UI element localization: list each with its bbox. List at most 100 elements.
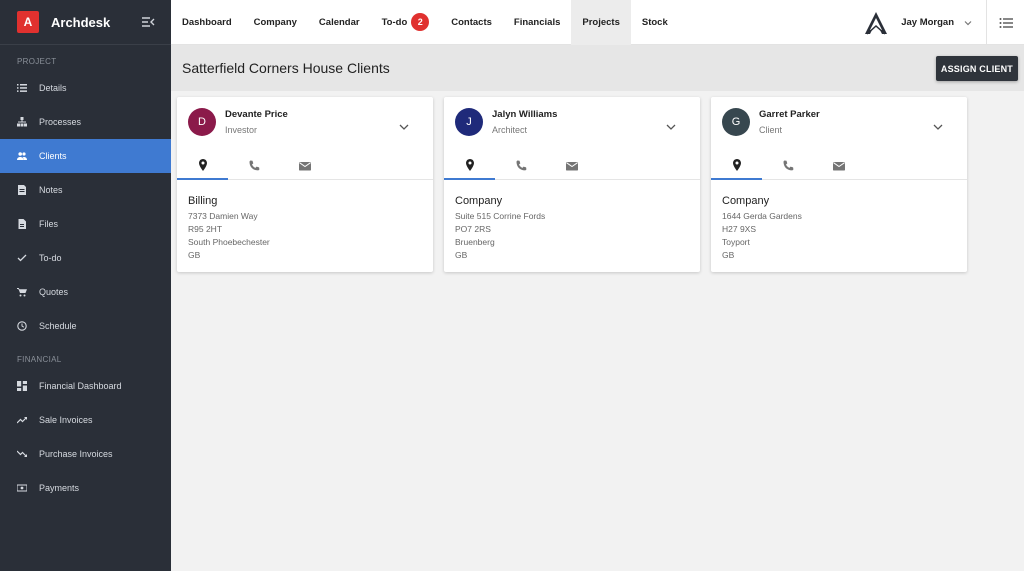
sidebar-item-notes[interactable]: Notes xyxy=(0,173,171,207)
client-role: Client xyxy=(759,125,783,135)
phone-icon xyxy=(247,159,261,173)
chevron-down-icon[interactable] xyxy=(964,19,972,27)
sidebar-item-payments[interactable]: Payments xyxy=(0,471,171,505)
phone-tab[interactable] xyxy=(762,152,813,180)
sidebar-item-files[interactable]: Files xyxy=(0,207,171,241)
clock-icon xyxy=(17,321,27,331)
address-tab[interactable] xyxy=(177,152,228,180)
check-icon xyxy=(17,253,27,263)
address-line: Toyport xyxy=(722,237,750,247)
tab-label: Stock xyxy=(641,16,668,28)
tab-dashboard[interactable]: Dashboard xyxy=(171,0,243,45)
tab-label: Projects xyxy=(582,16,620,28)
chevron-down-icon[interactable] xyxy=(666,118,676,130)
user-name[interactable]: Jay Morgan xyxy=(901,17,954,28)
phone-tab[interactable] xyxy=(495,152,546,180)
brand-logo[interactable]: A xyxy=(17,11,39,33)
address-type: Company xyxy=(722,195,770,207)
sidebar-item-purchase-invoices[interactable]: Purchase Invoices xyxy=(0,437,171,471)
email-tab[interactable] xyxy=(546,152,597,180)
tab-projects[interactable]: Projects xyxy=(571,0,631,45)
client-name: Devante Price xyxy=(225,109,288,120)
brand-name[interactable]: Archdesk xyxy=(51,15,110,30)
sidebar-item-label: Details xyxy=(39,83,67,93)
location-pin-icon xyxy=(730,158,744,172)
sidebar-item-financial-dashboard[interactable]: Financial Dashboard xyxy=(0,369,171,403)
address-type: Billing xyxy=(188,195,218,207)
avatar: G xyxy=(722,108,750,136)
sidebar-item-processes[interactable]: Processes xyxy=(0,105,171,139)
chevron-down-icon[interactable] xyxy=(933,118,943,130)
address-lines: Suite 515 Corrine Fords PO7 2RS Bruenberg G… xyxy=(455,210,545,262)
sidebar-item-label: Sale Invoices xyxy=(39,415,93,425)
hierarchy-icon xyxy=(17,117,27,127)
chevron-down-icon[interactable] xyxy=(399,118,409,130)
tab-financials[interactable]: Financials xyxy=(503,0,571,45)
sidebar-item-label: Financial Dashboard xyxy=(39,381,122,391)
page-title: Satterfield Corners House Clients xyxy=(182,60,390,76)
tab-company[interactable]: Company xyxy=(243,0,308,45)
address-line: PO7 2RS xyxy=(455,224,491,234)
tab-label: Financials xyxy=(513,16,561,28)
company-logo-icon[interactable] xyxy=(863,10,889,36)
address-tab[interactable] xyxy=(444,152,495,180)
address-tab[interactable] xyxy=(711,152,762,180)
email-tab[interactable] xyxy=(813,152,864,180)
email-tab[interactable] xyxy=(279,152,330,180)
contact-tabs xyxy=(177,152,433,180)
phone-icon xyxy=(781,159,795,173)
sidebar-item-quotes[interactable]: Quotes xyxy=(0,275,171,309)
client-name: Garret Parker xyxy=(759,109,820,120)
tab-to-do[interactable]: To-do 2 xyxy=(371,0,441,45)
sidebar-item-schedule[interactable]: Schedule xyxy=(0,309,171,343)
client-card: D Devante Price Investor Billing 7373 Damien… xyxy=(177,97,433,272)
sidebar-item-label: Payments xyxy=(39,483,80,493)
tab-label: To-do xyxy=(381,16,408,28)
phone-tab[interactable] xyxy=(228,152,279,180)
tab-label: Dashboard xyxy=(182,16,232,28)
address-lines: 7373 Damien Way R95 2HT South Phoebecheste… xyxy=(188,210,270,262)
address-line: GB xyxy=(188,250,201,260)
sidebar-section-label: PROJECT xyxy=(17,57,57,66)
address-line: 7373 Damien Way xyxy=(188,211,258,221)
address-line: GB xyxy=(722,250,735,260)
client-card: G Garret Parker Client Company 1644 Gerda Ga… xyxy=(711,97,967,272)
content-header: Satterfield Corners House Clients ASSIGN… xyxy=(171,45,1024,91)
money-icon xyxy=(17,483,27,493)
tab-label: Company xyxy=(253,16,297,28)
tab-label: Contacts xyxy=(451,16,492,28)
address-line: 1644 Gerda Gardens xyxy=(722,211,802,221)
sidebar-item-to-do[interactable]: To-do xyxy=(0,241,171,275)
address-line: GB xyxy=(455,250,468,260)
address-lines: 1644 Gerda Gardens H27 9XS Toyport GB xyxy=(722,210,802,262)
sidebar-item-label: Schedule xyxy=(39,321,77,331)
location-pin-icon xyxy=(196,158,210,172)
mail-icon xyxy=(298,159,312,173)
mail-icon xyxy=(832,159,846,173)
address-line: South Phoebechester xyxy=(188,237,270,247)
menu-toggle-button[interactable] xyxy=(986,0,1024,45)
file-icon xyxy=(17,219,27,229)
sidebar: A Archdesk PROJECT Details Processes Clien… xyxy=(0,0,171,571)
collapse-sidebar-icon[interactable] xyxy=(141,15,155,29)
sidebar-item-label: Clients xyxy=(39,151,67,161)
tab-contacts[interactable]: Contacts xyxy=(440,0,503,45)
sidebar-item-clients[interactable]: Clients xyxy=(0,139,171,173)
address-type: Company xyxy=(455,195,503,207)
location-pin-icon xyxy=(463,158,477,172)
sidebar-section-label: FINANCIAL xyxy=(17,355,62,364)
contact-tabs xyxy=(711,152,967,180)
people-icon xyxy=(17,151,27,161)
address-line: Suite 515 Corrine Fords xyxy=(455,211,546,221)
tab-calendar[interactable]: Calendar xyxy=(308,0,371,45)
dashboard-icon xyxy=(17,381,27,391)
sidebar-item-sale-invoices[interactable]: Sale Invoices xyxy=(0,403,171,437)
client-role: Architect xyxy=(492,125,528,135)
tab-label: Calendar xyxy=(318,16,360,28)
tab-stock[interactable]: Stock xyxy=(631,0,679,45)
list-icon xyxy=(17,83,27,93)
list-menu-icon xyxy=(999,17,1013,28)
sidebar-item-details[interactable]: Details xyxy=(0,71,171,105)
contact-tabs xyxy=(444,152,700,180)
assign-client-button[interactable]: ASSIGN CLIENT xyxy=(935,56,1018,81)
